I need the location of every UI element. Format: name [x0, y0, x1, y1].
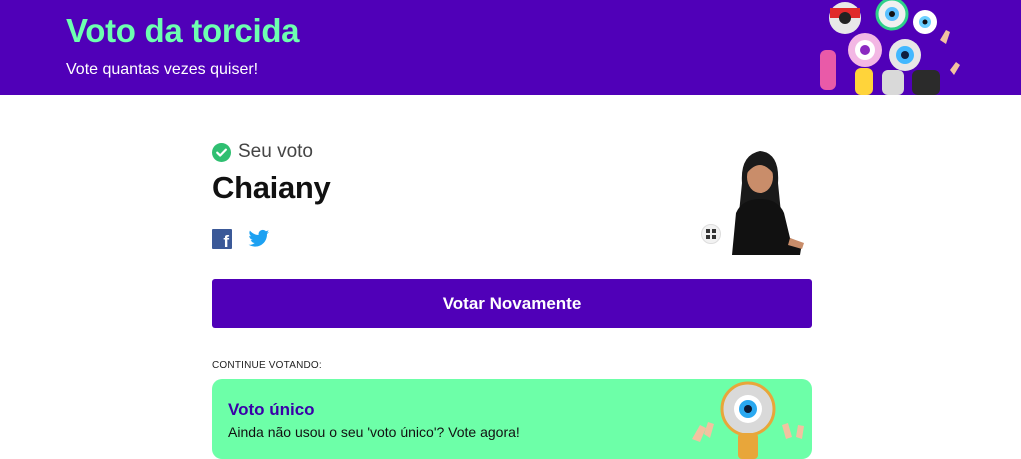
mascot-eye-top	[875, 0, 909, 31]
vote-status-label: Seu voto	[238, 141, 313, 162]
mascots-illustration	[820, 0, 960, 95]
page-subtitle: Vote quantas vezes quiser!	[66, 61, 259, 78]
header-banner: Voto da torcida Vote quantas vezes quise…	[0, 0, 1021, 95]
mascot-eye-center	[889, 39, 921, 71]
candidate-photo	[712, 143, 808, 255]
facebook-icon[interactable]: f	[212, 229, 232, 250]
candidate-name: Chaiany	[212, 170, 331, 205]
vote-status: Seu voto	[212, 141, 313, 163]
share-buttons: f	[212, 229, 270, 250]
vote-again-button[interactable]: Votar Novamente	[212, 279, 812, 328]
page-title: Voto da torcida	[66, 12, 300, 49]
promo-title: Voto único	[228, 400, 315, 419]
single-vote-card[interactable]: Voto único Ainda não usou o seu 'voto ún…	[212, 379, 812, 459]
check-circle-icon	[212, 142, 231, 162]
expand-icon[interactable]	[701, 224, 721, 244]
mascot-eye-right	[913, 10, 937, 34]
twitter-icon[interactable]	[248, 229, 270, 249]
continue-voting-label: CONTINUE VOTANDO:	[212, 360, 322, 371]
vote-result-panel: Seu voto Chaiany f Votar Novamente CONTI…	[212, 95, 812, 459]
mascot-eye-pink	[848, 33, 882, 67]
mascot-eye-left	[829, 2, 861, 34]
promo-text: Ainda não usou o seu 'voto único'? Vote …	[228, 424, 520, 440]
eye-mascot-illustration	[692, 381, 804, 459]
